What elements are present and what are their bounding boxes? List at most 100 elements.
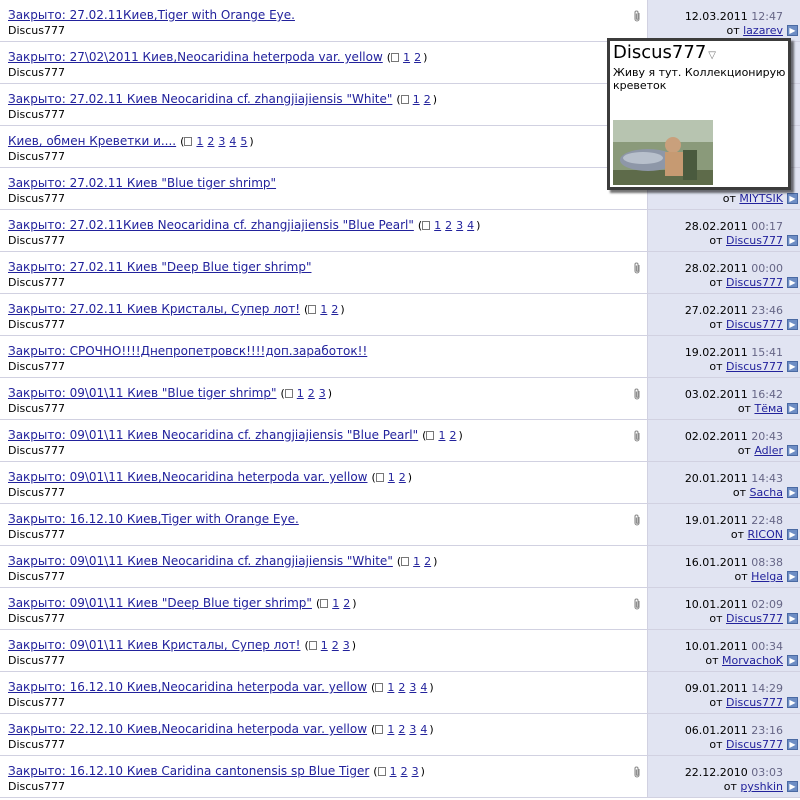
page-link[interactable]: 2 [343, 597, 350, 610]
last-poster-link[interactable]: Discus777 [726, 276, 783, 289]
arrow-right-icon[interactable]: ▶ [787, 403, 798, 414]
page-link[interactable]: 1 [403, 51, 410, 64]
last-poster-link[interactable]: lazarev [743, 24, 783, 37]
page-link[interactable]: 2 [449, 429, 456, 442]
last-poster-link[interactable]: MorvachoK [722, 654, 783, 667]
thread-title-link[interactable]: Закрыто: 27.02.11 Киев Кристалы, Супер л… [8, 302, 300, 316]
thread-author[interactable]: Discus777 [8, 234, 65, 247]
page-link[interactable]: 2 [414, 51, 421, 64]
last-poster-link[interactable]: Adler [754, 444, 783, 457]
last-poster-link[interactable]: RICON [748, 528, 783, 541]
page-link[interactable]: 2 [331, 303, 338, 316]
page-link[interactable]: 1 [387, 681, 394, 694]
thread-author[interactable]: Discus777 [8, 360, 65, 373]
page-link[interactable]: 4 [420, 681, 427, 694]
caret-down-icon[interactable]: ▽ [708, 50, 716, 61]
arrow-right-icon[interactable]: ▶ [787, 445, 798, 456]
thread-title-link[interactable]: Закрыто: 16.12.10 Киев,Neocaridina heter… [8, 680, 367, 694]
last-poster-link[interactable]: Тёма [754, 402, 783, 415]
page-link[interactable]: 1 [413, 555, 420, 568]
last-poster-link[interactable]: Discus777 [726, 738, 783, 751]
last-poster-link[interactable]: Discus777 [726, 696, 783, 709]
page-link[interactable]: 3 [319, 387, 326, 400]
page-link[interactable]: 2 [398, 723, 405, 736]
page-link[interactable]: 1 [332, 597, 339, 610]
thread-title-link[interactable]: Закрыто: 09\01\11 Киев Кристалы, Супер л… [8, 638, 300, 652]
thread-author[interactable]: Discus777 [8, 192, 65, 205]
last-poster-link[interactable]: Discus777 [726, 360, 783, 373]
thread-author[interactable]: Discus777 [8, 276, 65, 289]
thread-title-link[interactable]: Закрыто: 27.02.11 Киев "Blue tiger shrim… [8, 176, 276, 190]
page-link[interactable]: 1 [320, 303, 327, 316]
arrow-right-icon[interactable]: ▶ [787, 613, 798, 624]
thread-author[interactable]: Discus777 [8, 486, 65, 499]
thread-author[interactable]: Discus777 [8, 570, 65, 583]
thread-author[interactable]: Discus777 [8, 108, 65, 121]
page-link[interactable]: 2 [207, 135, 214, 148]
page-link[interactable]: 1 [196, 135, 203, 148]
page-link[interactable]: 4 [420, 723, 427, 736]
last-poster-link[interactable]: Discus777 [726, 612, 783, 625]
arrow-right-icon[interactable]: ▶ [787, 697, 798, 708]
page-link[interactable]: 1 [434, 219, 441, 232]
arrow-right-icon[interactable]: ▶ [787, 25, 798, 36]
page-link[interactable]: 2 [398, 681, 405, 694]
last-poster-link[interactable]: Discus777 [726, 234, 783, 247]
thread-title-link[interactable]: Закрыто: 09\01\11 Киев Neocaridina cf. z… [8, 428, 418, 442]
thread-title-link[interactable]: Закрыто: 16.12.10 Киев Caridina cantonen… [8, 764, 369, 778]
page-link[interactable]: 3 [409, 681, 416, 694]
page-link[interactable]: 3 [412, 765, 419, 778]
arrow-right-icon[interactable]: ▶ [787, 193, 798, 204]
thread-title-link[interactable]: Закрыто: 22.12.10 Киев,Neocaridina heter… [8, 722, 367, 736]
thread-title-link[interactable]: Закрыто: 27\02\2011 Киев,Neocaridina het… [8, 50, 383, 64]
thread-author[interactable]: Discus777 [8, 780, 65, 793]
thread-author[interactable]: Discus777 [8, 66, 65, 79]
thread-title-link[interactable]: Киев, обмен Креветки и.... [8, 134, 176, 148]
arrow-right-icon[interactable]: ▶ [787, 487, 798, 498]
thread-author[interactable]: Discus777 [8, 402, 65, 415]
thread-author[interactable]: Discus777 [8, 528, 65, 541]
arrow-right-icon[interactable]: ▶ [787, 529, 798, 540]
popup-username[interactable]: Discus777 [613, 42, 706, 63]
thread-title-link[interactable]: Закрыто: 09\01\11 Киев "Deep Blue tiger … [8, 596, 312, 610]
last-poster-link[interactable]: MIYTSIK [739, 192, 783, 205]
page-link[interactable]: 1 [387, 723, 394, 736]
thread-author[interactable]: Discus777 [8, 444, 65, 457]
arrow-right-icon[interactable]: ▶ [787, 277, 798, 288]
page-link[interactable]: 3 [218, 135, 225, 148]
thread-title-link[interactable]: Закрыто: 27.02.11Киев Neocaridina cf. zh… [8, 218, 414, 232]
last-poster-link[interactable]: pyshkin [740, 780, 783, 793]
thread-author[interactable]: Discus777 [8, 150, 65, 163]
page-link[interactable]: 4 [467, 219, 474, 232]
page-link[interactable]: 5 [240, 135, 247, 148]
arrow-right-icon[interactable]: ▶ [787, 739, 798, 750]
last-poster-link[interactable]: Sacha [750, 486, 783, 499]
thread-author[interactable]: Discus777 [8, 318, 65, 331]
page-link[interactable]: 1 [390, 765, 397, 778]
page-link[interactable]: 1 [297, 387, 304, 400]
last-poster-link[interactable]: Helga [751, 570, 783, 583]
page-link[interactable]: 1 [321, 639, 328, 652]
page-link[interactable]: 1 [413, 93, 420, 106]
page-link[interactable]: 2 [445, 219, 452, 232]
thread-title-link[interactable]: Закрыто: 27.02.11 Киев Neocaridina cf. z… [8, 92, 392, 106]
thread-title-link[interactable]: Закрыто: 09\01\11 Киев,Neocaridina heter… [8, 470, 368, 484]
arrow-right-icon[interactable]: ▶ [787, 235, 798, 246]
thread-author[interactable]: Discus777 [8, 738, 65, 751]
thread-author[interactable]: Discus777 [8, 696, 65, 709]
arrow-right-icon[interactable]: ▶ [787, 361, 798, 372]
thread-author[interactable]: Discus777 [8, 612, 65, 625]
thread-author[interactable]: Discus777 [8, 654, 65, 667]
page-link[interactable]: 1 [438, 429, 445, 442]
thread-title-link[interactable]: Закрыто: 09\01\11 Киев Neocaridina cf. z… [8, 554, 393, 568]
page-link[interactable]: 2 [308, 387, 315, 400]
page-link[interactable]: 3 [343, 639, 350, 652]
page-link[interactable]: 2 [401, 765, 408, 778]
thread-title-link[interactable]: Закрыто: 09\01\11 Киев "Blue tiger shrim… [8, 386, 277, 400]
page-link[interactable]: 2 [332, 639, 339, 652]
page-link[interactable]: 2 [424, 93, 431, 106]
page-link[interactable]: 2 [424, 555, 431, 568]
page-link[interactable]: 3 [456, 219, 463, 232]
arrow-right-icon[interactable]: ▶ [787, 319, 798, 330]
thread-title-link[interactable]: Закрыто: 27.02.11 Киев "Deep Blue tiger … [8, 260, 311, 274]
